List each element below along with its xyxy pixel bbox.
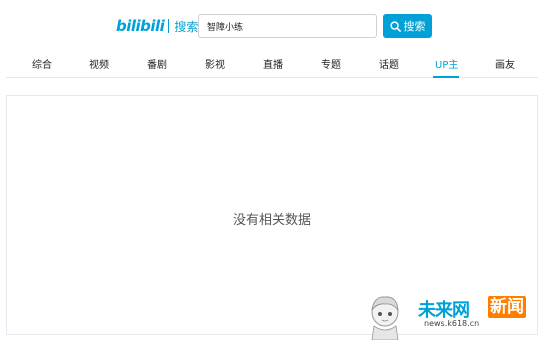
mascot-illustration — [371, 296, 399, 340]
watermark-url: news.k618.cn — [424, 319, 480, 328]
tab-videos[interactable]: 视频 — [89, 56, 109, 71]
tab-comprehensive[interactable]: 综合 — [32, 56, 52, 71]
search-button-label: 搜索 — [403, 20, 426, 33]
search-field[interactable] — [198, 14, 377, 38]
search-icon — [389, 20, 401, 32]
tab-topics-special[interactable]: 专题 — [321, 56, 341, 71]
header: bilibili 搜索 搜索 — [0, 0, 550, 46]
active-tab-indicator — [433, 76, 459, 78]
search-button[interactable]: 搜索 — [383, 14, 432, 38]
logo-text: 搜索 — [174, 19, 199, 34]
tab-topics[interactable]: 话题 — [379, 56, 399, 71]
search-category-tabs: 综合 视频 番剧 影视 直播 专题 话题 UP主 画友 — [6, 50, 538, 78]
watermark: 未来网 新闻 news.k618.cn — [418, 296, 548, 336]
watermark-badge: 新闻 — [488, 296, 526, 318]
empty-state-message: 没有相关数据 — [232, 213, 311, 228]
bilibili-logo[interactable]: bilibili 搜索 — [116, 15, 198, 37]
logo-mark: bilibili — [116, 17, 165, 35]
search-input[interactable] — [207, 21, 368, 31]
tab-film-tv[interactable]: 影视 — [205, 56, 225, 71]
logo-divider — [168, 19, 170, 33]
tab-live[interactable]: 直播 — [263, 56, 283, 71]
tab-up-users[interactable]: UP主 — [435, 56, 458, 71]
tab-bangumi[interactable]: 番剧 — [147, 56, 167, 71]
tab-artists[interactable]: 画友 — [495, 56, 515, 71]
